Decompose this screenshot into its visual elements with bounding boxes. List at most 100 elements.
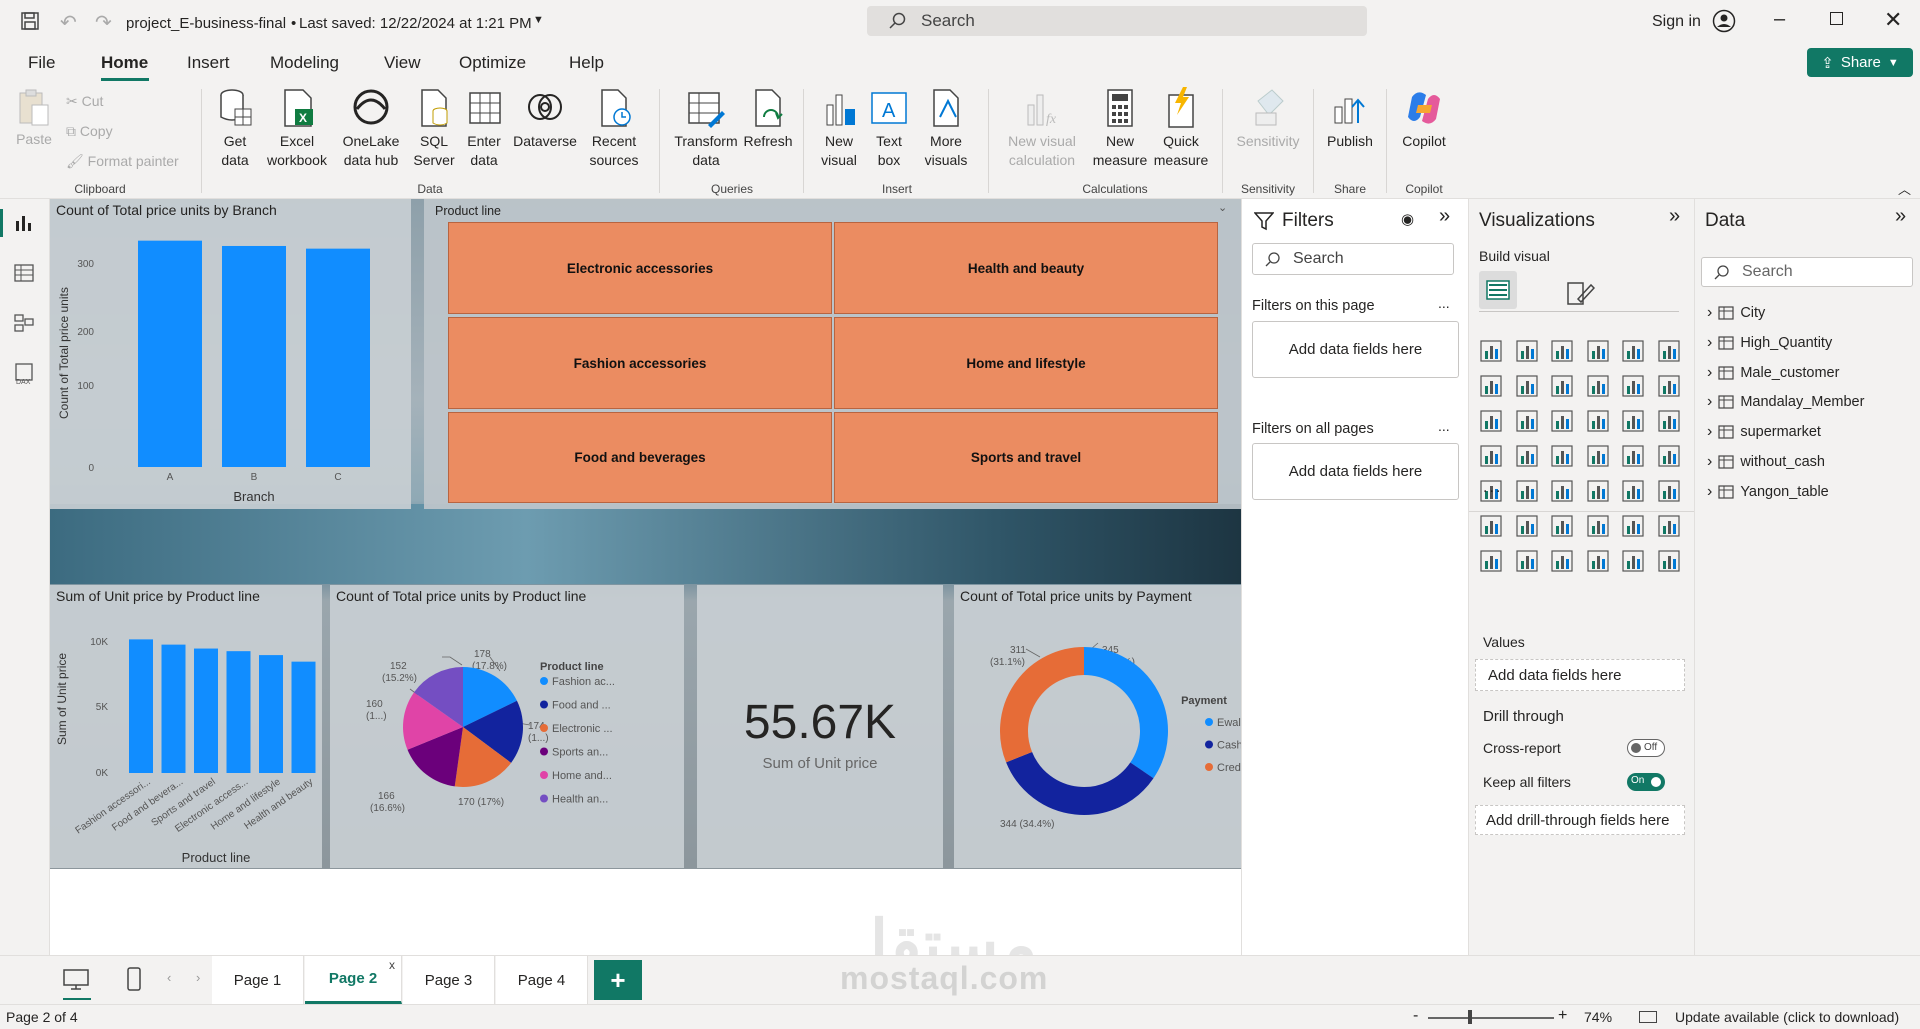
trophy-icon[interactable] [1657,514,1681,538]
account-icon[interactable] [1712,9,1736,33]
more-visuals-icon[interactable]: ... [1483,479,1502,497]
build-visual-tab[interactable] [1479,271,1517,309]
payment-donut-chart[interactable]: Count of Total price units by Payment 34… [954,585,1241,868]
chevron-down-icon[interactable]: ▼ [533,14,544,26]
slicer-item-sports-and-travel[interactable]: Sports and travel [834,412,1218,503]
scroll-left-icon[interactable]: ‹ [167,970,171,985]
qa-icon[interactable] [1586,514,1610,538]
chevron-right-icon[interactable]: › [1707,423,1712,441]
close-tab-icon[interactable]: x [389,958,395,972]
slicer-item-electronic-accessories[interactable]: Electronic accessories [448,222,832,314]
branch-bar-chart[interactable]: Count of Total price units by Branch Cou… [50,199,411,509]
table-item-male_customer[interactable]: › Male_customer [1707,364,1839,382]
table-item-without_cash[interactable]: › without_cash [1707,453,1825,471]
enter-data-button[interactable]: Enter data [460,87,508,170]
table-item-city[interactable]: › City [1707,304,1765,322]
minimize-icon[interactable]: – [1774,8,1785,31]
undo-icon[interactable]: ↶ [60,10,77,35]
map-icon[interactable] [1515,444,1539,468]
share-button[interactable]: ⇪ Share ▼ [1807,48,1913,77]
dataverse-button[interactable]: Dataverse [510,87,580,151]
stacked-column-icon[interactable] [1515,339,1539,363]
cross-report-toggle[interactable]: Off [1627,739,1665,757]
narrative-icon[interactable] [1621,514,1645,538]
save-icon[interactable] [20,11,40,31]
product-line-pie-chart[interactable]: Count of Total price units by Product li… [330,585,684,868]
sensitivity-button[interactable]: Sensitivity [1228,87,1308,151]
card-new-icon[interactable] [1657,444,1681,468]
onelake-button[interactable]: OneLake data hub [334,87,408,170]
new-measure-button[interactable]: New measure [1090,87,1150,170]
refresh-button[interactable]: Refresh [742,87,794,151]
forward-icon[interactable] [1657,549,1681,573]
100-bar-icon[interactable] [1621,339,1645,363]
menu-help[interactable]: Help [569,53,604,73]
collapse-ribbon-icon[interactable]: ︿ [1898,179,1911,198]
table-item-high_quantity[interactable]: › High_Quantity [1707,334,1832,352]
zoom-in-button[interactable]: + [1558,1007,1567,1025]
power-apps-icon[interactable] [1586,549,1610,573]
power-automate-icon[interactable] [1621,549,1645,573]
menu-view[interactable]: View [384,53,421,73]
unit-price-bar-chart[interactable]: Sum of Unit price by Product line Sum of… [50,585,322,868]
more-visuals-button[interactable]: More visuals [914,87,978,170]
keep-filters-toggle[interactable]: On [1627,773,1665,791]
pie-icon[interactable] [1621,409,1645,433]
maximize-icon[interactable] [1830,12,1843,25]
chevron-right-icon[interactable]: › [1707,304,1712,322]
menu-home[interactable]: Home [101,53,148,73]
publish-button[interactable]: Publish [1320,87,1380,151]
filled-map-icon[interactable] [1550,444,1574,468]
page-tab-4[interactable]: Page 4 [496,956,588,1004]
zoom-out-button[interactable]: - [1413,1007,1418,1025]
table-item-mandalay_member[interactable]: › Mandalay_Member [1707,393,1864,411]
treemap-icon[interactable] [1479,444,1503,468]
key-influencers-icon[interactable] [1515,514,1539,538]
waterfall-icon[interactable] [1621,374,1645,398]
slicer-item-food-and-beverages[interactable]: Food and beverages [448,412,832,503]
unit-price-card[interactable]: 55.67K Sum of Unit price [697,585,943,868]
menu-modeling[interactable]: Modeling [270,53,339,73]
donut-icon[interactable] [1657,409,1681,433]
collapse-icon[interactable]: » [1669,205,1680,228]
new-visual-button[interactable]: New visual [814,87,864,170]
filters-all-drop-zone[interactable]: Add data fields here [1252,443,1459,500]
menu-optimize[interactable]: Optimize [459,53,526,73]
page-tab-3[interactable]: Page 3 [403,956,495,1004]
more-options-icon[interactable]: ... [1438,295,1450,311]
data-search-input[interactable]: Search [1701,257,1913,287]
filters-page-drop-zone[interactable]: Add data fields here [1252,321,1459,378]
line-icon[interactable] [1479,374,1503,398]
copy-button[interactable]: ⧉ Copy [66,123,113,140]
chevron-right-icon[interactable]: › [1707,364,1712,382]
excel-workbook-button[interactable]: X Excel workbook [262,87,332,170]
transform-data-button[interactable]: Transform data [670,87,742,170]
values-drop-zone[interactable]: Add data fields here [1475,659,1685,691]
slicer-item-health-and-beauty[interactable]: Health and beauty [834,222,1218,314]
table-icon[interactable] [1586,479,1610,503]
python-icon[interactable] [1479,514,1503,538]
table-item-supermarket[interactable]: › supermarket [1707,423,1821,441]
paginated-icon[interactable] [1479,549,1503,573]
collapse-icon[interactable]: » [1895,205,1906,228]
gauge-icon[interactable] [1621,444,1645,468]
sql-server-button[interactable]: SQL Server [412,87,456,170]
update-available-link[interactable]: Update available (click to download) [1675,1009,1899,1025]
scroll-right-icon[interactable]: › [196,970,200,985]
clustered-column-icon[interactable] [1586,339,1610,363]
report-view-icon[interactable] [14,213,34,233]
collapse-icon[interactable]: » [1439,205,1450,228]
chevron-right-icon[interactable]: › [1707,453,1712,471]
stacked-bar-icon[interactable] [1479,339,1503,363]
filters-search-input[interactable]: Search [1252,243,1454,275]
scatter-icon[interactable] [1586,409,1610,433]
add-page-button[interactable]: + [594,960,642,1000]
r-visual-icon[interactable] [1657,479,1681,503]
sign-in-link[interactable]: Sign in [1652,13,1701,31]
line-stacked-icon[interactable] [1479,409,1503,433]
search-box[interactable]: Search [867,6,1367,36]
slicer-item-home-and-lifestyle[interactable]: Home and lifestyle [834,317,1218,409]
model-view-icon[interactable] [14,313,34,333]
ribbon-icon[interactable] [1586,374,1610,398]
close-icon[interactable]: ✕ [1884,7,1902,33]
